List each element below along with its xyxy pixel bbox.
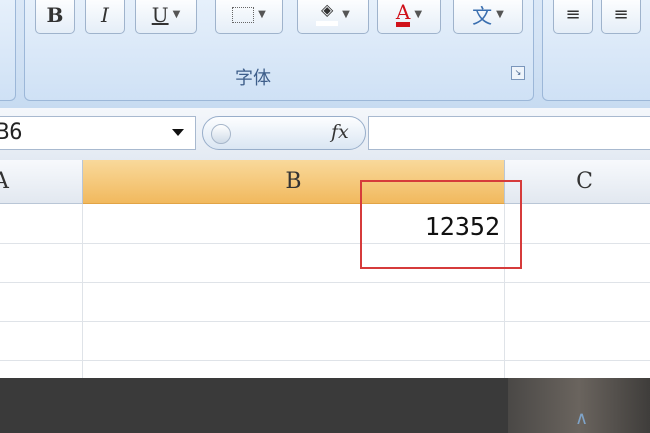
phonetic-icon: 文 xyxy=(472,4,493,28)
row-line xyxy=(0,282,650,283)
insert-function-control[interactable]: fx xyxy=(202,116,366,150)
font-color-button[interactable]: A ▼ xyxy=(377,0,441,34)
fx-icon[interactable]: fx xyxy=(331,121,349,143)
row-line xyxy=(0,321,650,322)
row-line xyxy=(0,360,650,361)
formula-input[interactable] xyxy=(368,116,650,150)
phonetic-guide-button[interactable]: 文 ▼ xyxy=(453,0,523,34)
font-color-icon: A xyxy=(395,2,411,27)
chevron-down-icon: ▼ xyxy=(172,9,181,20)
highlight-box xyxy=(360,180,522,269)
fill-color-button[interactable]: ◈ ▼ xyxy=(297,0,369,34)
font-group: B I U ▼ ▼ ◈ ▼ A ▼ 文 ▼ 字体 ↘ xyxy=(24,0,534,101)
chevron-down-icon: ▼ xyxy=(414,9,423,20)
underline-icon: U xyxy=(151,2,169,27)
chevron-down-icon: ▼ xyxy=(496,9,504,20)
bold-icon: B xyxy=(46,2,64,27)
font-group-label: 字体 xyxy=(235,68,271,89)
chevron-down-icon: ▼ xyxy=(258,9,266,20)
column-header-a[interactable]: A xyxy=(0,160,83,204)
underline-button[interactable]: U ▼ xyxy=(135,0,197,34)
align-left-icon: ≡ xyxy=(565,4,581,25)
align-left-button[interactable]: ≡ xyxy=(553,0,593,34)
chevron-down-icon: ▼ xyxy=(342,9,350,20)
column-line xyxy=(82,204,83,378)
name-box-dropdown-icon[interactable] xyxy=(172,129,184,136)
paint-bucket-icon: ◈ xyxy=(316,2,339,26)
column-header-c[interactable]: C xyxy=(505,160,650,204)
ribbon: B I U ▼ ▼ ◈ ▼ A ▼ 文 ▼ 字体 ↘ ≡ ≡ xyxy=(0,0,650,109)
decorative-icon: ∧ xyxy=(575,408,589,429)
alignment-group: ≡ ≡ xyxy=(542,0,650,101)
align-center-icon: ≡ xyxy=(613,4,629,25)
row-line xyxy=(0,243,650,244)
italic-icon: I xyxy=(101,2,109,27)
formula-bar: B6 fx xyxy=(0,108,650,161)
bold-button[interactable]: B xyxy=(35,0,75,34)
worksheet-grid[interactable]: A B C 12352 xyxy=(0,160,650,378)
italic-button[interactable]: I xyxy=(85,0,125,34)
align-center-button[interactable]: ≡ xyxy=(601,0,641,34)
ribbon-left-stub xyxy=(0,0,16,101)
borders-button[interactable]: ▼ xyxy=(215,0,283,34)
resize-handle-icon[interactable] xyxy=(211,124,231,144)
dialog-launcher-icon[interactable]: ↘ xyxy=(511,66,525,80)
name-box[interactable]: B6 xyxy=(0,116,196,150)
border-icon xyxy=(232,6,255,23)
